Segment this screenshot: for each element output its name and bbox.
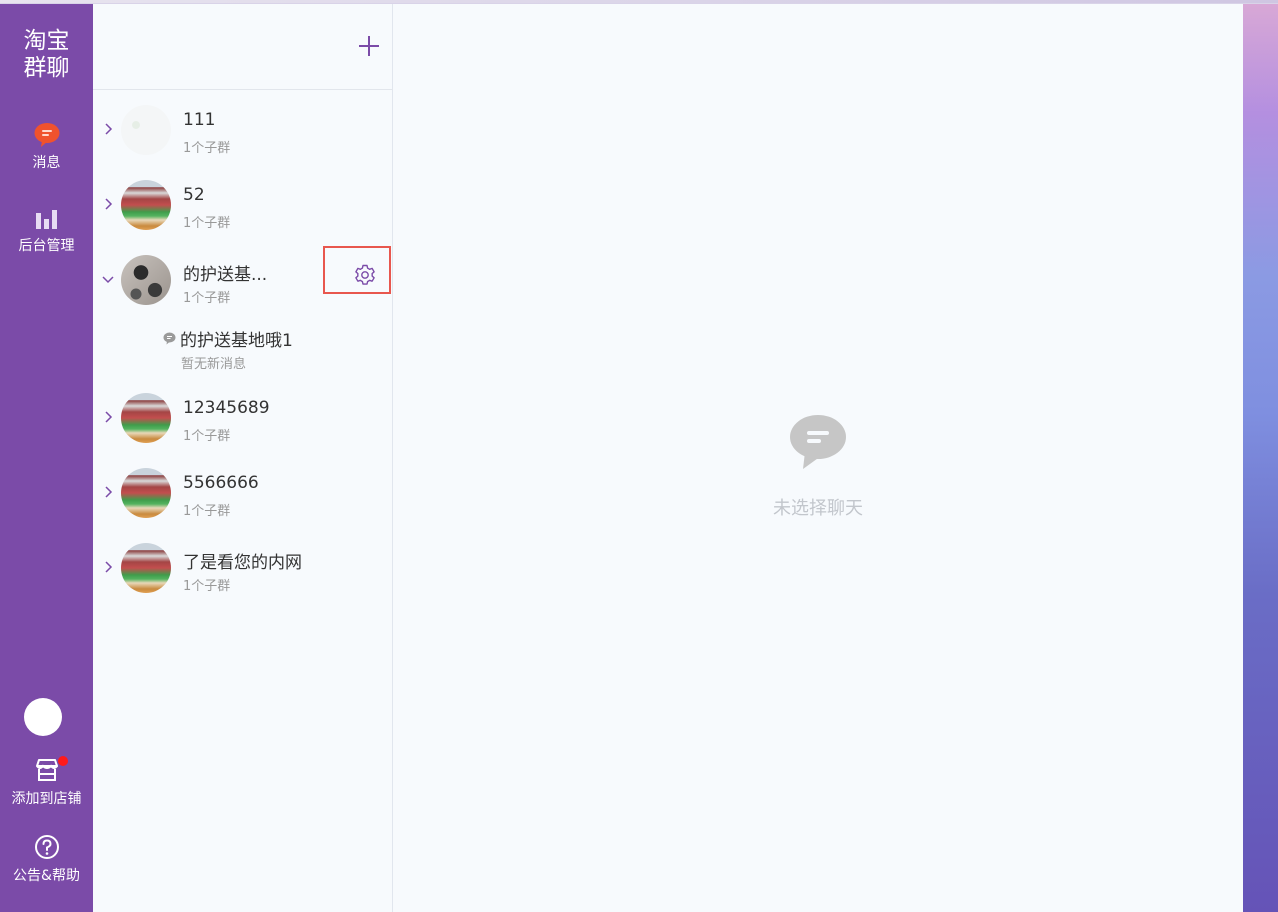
group-list-panel: 111 1个子群 52 1个子群 的护送基... 1个子群 的护送基地哦1 暂无…	[93, 4, 393, 912]
bar-chart-icon	[35, 210, 57, 229]
brand-line-2: 群聊	[23, 55, 70, 81]
nav-item-admin[interactable]: 后台管理	[0, 207, 93, 255]
gear-icon	[355, 264, 375, 285]
group-avatar	[121, 543, 171, 593]
brand-title: 淘宝 群聊	[0, 28, 93, 82]
group-name: 111	[183, 110, 216, 130]
chevron-right-icon[interactable]	[102, 411, 114, 423]
group-avatar	[121, 468, 171, 518]
store-icon	[35, 759, 58, 781]
nav-label-help: 公告&帮助	[13, 868, 80, 884]
sidebar-nav: 淘宝 群聊 消息 后台管理 添加到店铺 公告&帮助	[0, 4, 93, 912]
chevron-right-icon[interactable]	[102, 198, 114, 210]
group-name: 52	[183, 185, 205, 205]
brand-line-1: 淘宝	[23, 28, 70, 54]
user-avatar[interactable]	[24, 698, 62, 736]
group-name: 5566666	[183, 473, 259, 493]
subgroup-row[interactable]: 的护送基地哦1 暂无新消息	[93, 324, 393, 374]
group-avatar	[121, 393, 171, 443]
nav-label-messages: 消息	[32, 155, 61, 171]
chevron-right-icon[interactable]	[102, 486, 114, 498]
group-subtitle: 1个子群	[183, 579, 231, 594]
question-circle-icon	[34, 835, 59, 859]
group-subtitle: 1个子群	[183, 291, 231, 306]
subgroup-status: 暂无新消息	[181, 357, 247, 372]
plus-icon[interactable]	[357, 34, 381, 58]
chat-bubble-icon	[34, 123, 59, 147]
group-avatar	[121, 180, 171, 230]
group-row[interactable]: 111 1个子群	[93, 96, 393, 166]
group-settings-button[interactable]	[323, 246, 391, 294]
group-name: 12345689	[183, 398, 270, 418]
group-row[interactable]: 的护送基... 1个子群	[93, 246, 393, 316]
chat-bubble-icon	[163, 332, 176, 345]
group-avatar	[121, 105, 171, 155]
group-avatar	[121, 255, 171, 305]
chevron-right-icon[interactable]	[102, 123, 114, 135]
chevron-down-icon[interactable]	[102, 273, 114, 285]
group-row[interactable]: 52 1个子群	[93, 171, 393, 241]
group-subtitle: 1个子群	[183, 429, 231, 444]
empty-state-text: 未选择聊天	[773, 498, 863, 519]
group-subtitle: 1个子群	[183, 504, 231, 519]
notification-badge	[58, 756, 68, 766]
group-subtitle: 1个子群	[183, 141, 231, 156]
app-window: 淘宝 群聊 消息 后台管理 添加到店铺 公告&帮助 111 1个子群 52 1个…	[0, 3, 1278, 912]
group-list-header	[93, 4, 393, 90]
group-name: 的护送基...	[183, 265, 268, 285]
group-row[interactable]: 12345689 1个子群	[93, 384, 393, 454]
background-strip	[1243, 4, 1278, 912]
chat-bubble-icon	[790, 415, 846, 469]
group-name: 了是看您的内网	[183, 553, 302, 573]
group-subtitle: 1个子群	[183, 216, 231, 231]
nav-item-help[interactable]: 公告&帮助	[0, 833, 93, 885]
nav-item-messages[interactable]: 消息	[0, 122, 93, 172]
group-row[interactable]: 5566666 1个子群	[93, 459, 393, 529]
subgroup-name: 的护送基地哦1	[180, 331, 293, 351]
nav-item-add-to-shop[interactable]: 添加到店铺	[0, 756, 93, 808]
nav-label-admin: 后台管理	[18, 238, 75, 254]
nav-label-add-to-shop: 添加到店铺	[11, 791, 82, 807]
group-row[interactable]: 了是看您的内网 1个子群	[93, 534, 393, 604]
chevron-right-icon[interactable]	[102, 561, 114, 573]
chat-main-area: 未选择聊天	[393, 4, 1243, 912]
